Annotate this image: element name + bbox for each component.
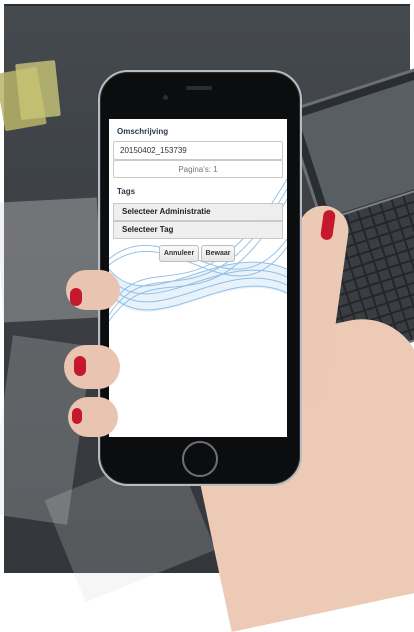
select-tag-button[interactable]: Selecteer Tag xyxy=(113,221,283,239)
camera-icon xyxy=(163,95,168,100)
finger-nail xyxy=(70,288,82,306)
tags-label: Tags xyxy=(117,187,136,196)
app-screen: Omschrijving 20150402_153739 Pagina's: 1… xyxy=(109,119,287,437)
speaker-icon xyxy=(186,86,212,90)
finger-nail xyxy=(74,356,86,376)
pages-count: Pagina's: 1 xyxy=(113,160,283,178)
description-label: Omschrijving xyxy=(117,127,169,136)
sticky-note xyxy=(15,60,61,120)
save-button[interactable]: Bewaar xyxy=(201,245,235,262)
description-input[interactable]: 20150402_153739 xyxy=(113,141,283,160)
select-administration-button[interactable]: Selecteer Administratie xyxy=(113,203,283,221)
hand-finger xyxy=(64,345,120,389)
top-line xyxy=(4,4,410,6)
cancel-button[interactable]: Annuleer xyxy=(159,245,199,262)
home-button-icon[interactable] xyxy=(182,441,218,477)
finger-nail xyxy=(72,408,82,424)
